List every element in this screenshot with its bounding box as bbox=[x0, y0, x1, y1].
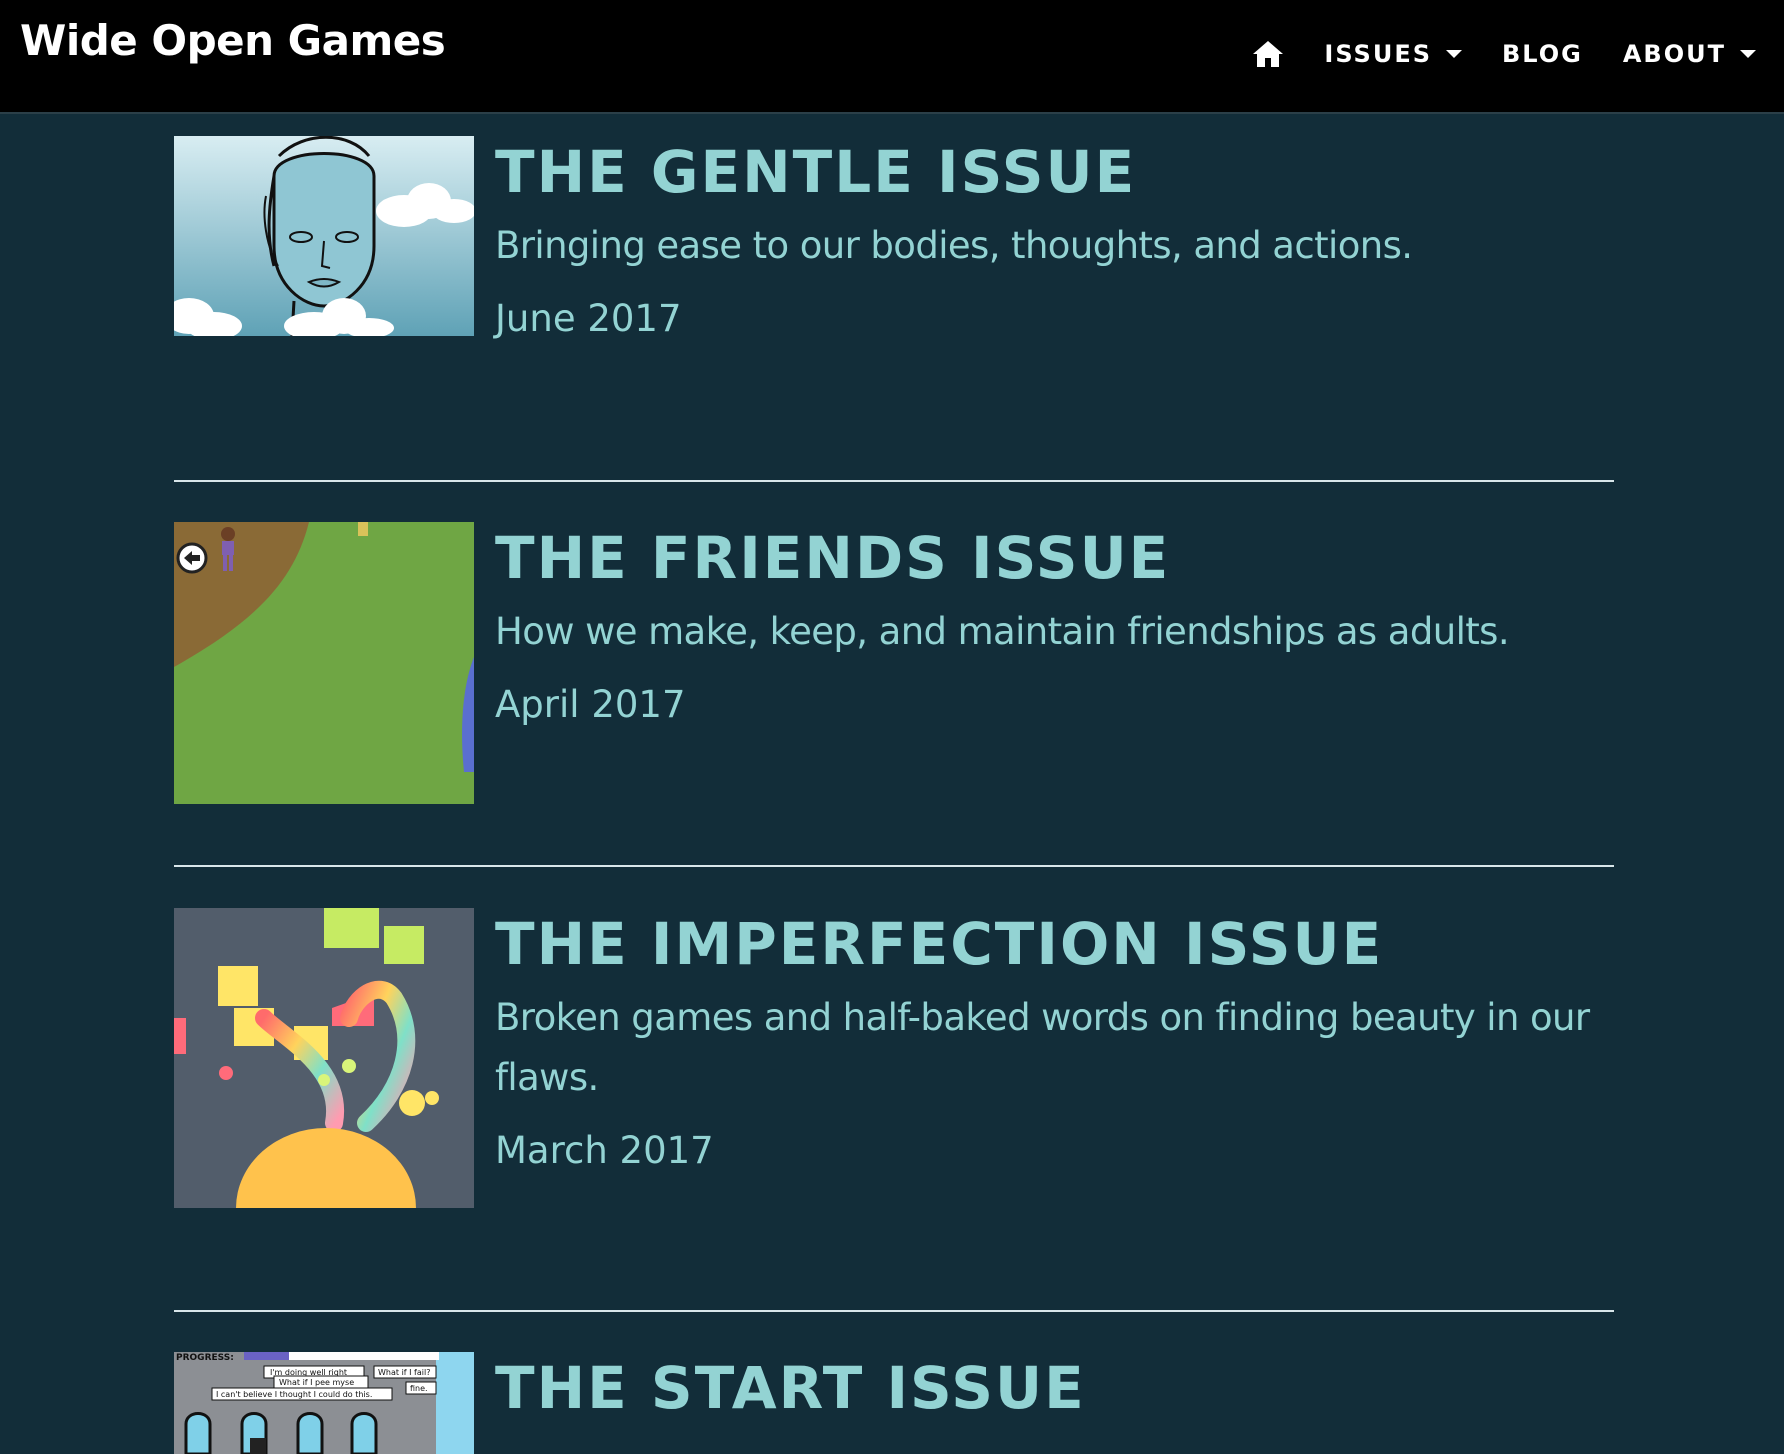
issue-body-start: THE START ISSUE bbox=[495, 1352, 1605, 1424]
issue-title[interactable]: THE GENTLE ISSUE bbox=[495, 136, 1605, 208]
issue-divider bbox=[174, 480, 1614, 482]
issue-card-imperfection: THE IMPERFECTION ISSUE Broken games and … bbox=[174, 908, 1614, 1208]
nav-about-label: ABOUT bbox=[1622, 40, 1726, 68]
issue-thumbnail-friends[interactable] bbox=[174, 522, 474, 804]
site-brand[interactable]: Wide Open Games bbox=[20, 16, 446, 65]
nav-menu: ISSUES BLOG ABOUT bbox=[1212, 34, 1756, 74]
chevron-down-icon bbox=[1740, 50, 1756, 58]
home-icon bbox=[1253, 41, 1284, 67]
thought-bubble: What if I fail? bbox=[378, 1368, 430, 1377]
issue-title[interactable]: THE IMPERFECTION ISSUE bbox=[495, 908, 1605, 980]
chevron-down-icon bbox=[1446, 50, 1463, 58]
issue-date: April 2017 bbox=[495, 683, 686, 726]
issue-thumbnail-imperfection[interactable] bbox=[174, 908, 474, 1208]
issue-divider bbox=[174, 865, 1614, 867]
progress-label: PROGRESS: bbox=[176, 1353, 234, 1363]
issue-body-imperfection: THE IMPERFECTION ISSUE Broken games and … bbox=[495, 908, 1605, 1176]
thought-bubble: fine. bbox=[410, 1384, 428, 1393]
home-link[interactable] bbox=[1252, 39, 1284, 69]
issue-date: June 2017 bbox=[495, 297, 682, 340]
issue-card-friends: THE FRIENDS ISSUE How we make, keep, and… bbox=[174, 522, 1614, 804]
nav-blog-label: BLOG bbox=[1502, 40, 1583, 68]
nav-issues-dropdown[interactable]: ISSUES bbox=[1324, 40, 1463, 68]
issue-title[interactable]: THE FRIENDS ISSUE bbox=[495, 522, 1605, 594]
issue-card-gentle: THE GENTLE ISSUE Bringing ease to our bo… bbox=[174, 136, 1614, 340]
issue-title[interactable]: THE START ISSUE bbox=[495, 1352, 1605, 1424]
issue-divider bbox=[174, 1310, 1614, 1312]
nav-issues-label: ISSUES bbox=[1324, 40, 1433, 68]
issue-card-start: PROGRESS: I'm doing well right What if I… bbox=[174, 1352, 1614, 1454]
issue-description: How we make, keep, and maintain friendsh… bbox=[495, 610, 1510, 653]
nav-about-dropdown[interactable]: ABOUT bbox=[1623, 40, 1756, 68]
issue-description: Broken games and half-baked words on fin… bbox=[495, 996, 1590, 1099]
issue-body-gentle: THE GENTLE ISSUE Bringing ease to our bo… bbox=[495, 136, 1605, 344]
issue-thumbnail-gentle[interactable] bbox=[174, 136, 474, 336]
thought-bubble: I can't believe I thought I could do thi… bbox=[216, 1390, 372, 1399]
thought-bubble: What if I pee myse bbox=[279, 1378, 354, 1387]
issue-date: March 2017 bbox=[495, 1129, 714, 1172]
issue-thumbnail-start[interactable]: PROGRESS: I'm doing well right What if I… bbox=[174, 1352, 474, 1454]
top-navbar: Wide Open Games ISSUES BLOG ABOUT bbox=[0, 0, 1784, 114]
issue-body-friends: THE FRIENDS ISSUE How we make, keep, and… bbox=[495, 522, 1605, 730]
issue-description: Bringing ease to our bodies, thoughts, a… bbox=[495, 224, 1413, 267]
nav-blog-link[interactable]: BLOG bbox=[1502, 40, 1583, 68]
